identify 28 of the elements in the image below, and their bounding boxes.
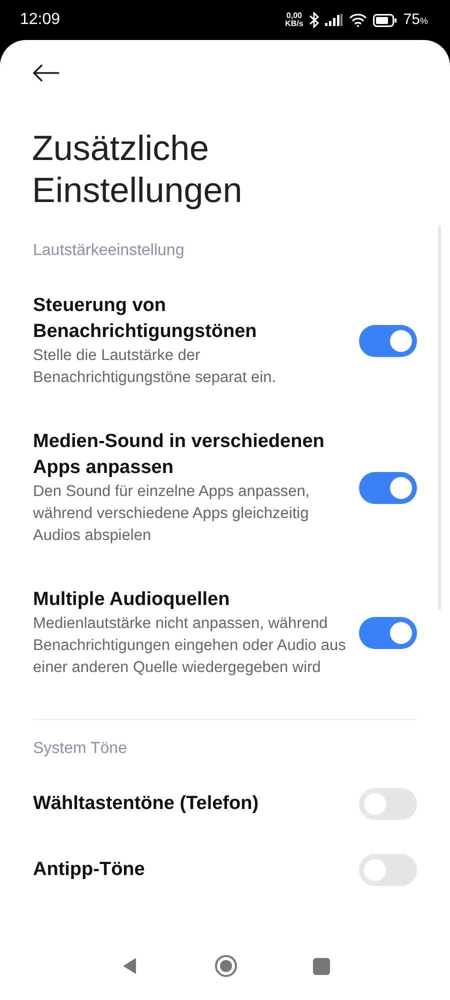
network-speed-value: 0,00	[286, 12, 302, 20]
setting-description: Stelle die Lautstärke der Benachrichtigungstöne separat ein.	[33, 346, 277, 388]
clock: 12:09	[20, 11, 60, 29]
toggle-switch[interactable]	[359, 788, 417, 820]
toggle-switch[interactable]	[359, 472, 417, 504]
section-header: Lautstärkeeinstellung	[33, 241, 186, 261]
toggle-switch[interactable]	[359, 854, 417, 886]
battery-percent: 75	[403, 11, 420, 28]
toggle-switch[interactable]	[359, 617, 417, 649]
bluetooth-icon	[309, 12, 320, 28]
signal-icon	[325, 14, 344, 26]
setting-title: Multiple Audioquellen	[33, 588, 231, 612]
recents-nav-icon[interactable]	[312, 958, 330, 974]
battery-percent-sign: %	[420, 16, 428, 26]
back-nav-icon[interactable]	[120, 957, 138, 975]
setting-title: Antipp-Töne	[33, 858, 146, 882]
setting-description: Medienlautstärke nicht anpassen, während Benachrichtigungen eingehen oder Audio aus einer anderen Quelle wiedergegeben wird	[33, 614, 347, 678]
page-title: Zusätzliche Einstellungen	[32, 128, 244, 212]
toggle-switch[interactable]	[359, 325, 417, 357]
wifi-icon	[349, 13, 368, 27]
setting-description: Den Sound für einzelne Apps anpassen, während verschiedene Apps gleichzeitig Audios abspielen	[33, 482, 311, 546]
setting-title: Wähltastentöne (Telefon)	[33, 792, 260, 816]
setting-title: Steuerung von Benachrichtigungstönen	[33, 294, 258, 344]
battery-icon	[373, 14, 398, 26]
setting-title: Medien-Sound in verschiedenen Apps anpassen	[33, 430, 326, 480]
network-speed-unit: KB/s	[285, 20, 304, 28]
home-nav-icon[interactable]	[214, 954, 238, 978]
section-header: System Töne	[33, 739, 128, 759]
